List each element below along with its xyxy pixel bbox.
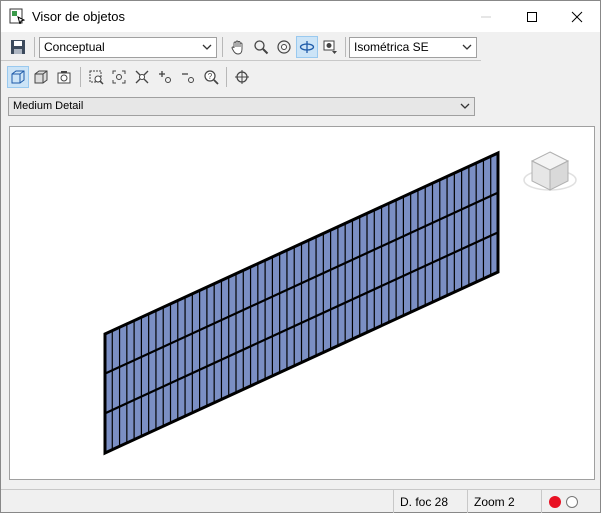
toolbar-main: Conceptual Isométrica SE <box>1 33 481 61</box>
chevron-down-icon <box>460 103 470 109</box>
zoom-selected-icon[interactable] <box>108 66 130 88</box>
zoom-out-icon[interactable] <box>177 66 199 88</box>
zoom-extents-icon[interactable] <box>131 66 153 88</box>
zoom-level: Zoom 2 <box>467 490 539 513</box>
detail-level-value: Medium Detail <box>13 100 84 112</box>
maximize-button[interactable] <box>509 1 555 32</box>
toolbar-view: ? <box>1 63 481 91</box>
view-select[interactable]: Isométrica SE <box>349 37 477 58</box>
pan-hand-icon[interactable] <box>227 36 249 58</box>
chevron-down-icon <box>202 44 212 50</box>
detail-level-select[interactable]: Medium Detail <box>8 97 475 116</box>
orbit-icon[interactable] <box>273 36 295 58</box>
status-bar: D. foc 28 Zoom 2 <box>1 489 600 513</box>
solar-panel-model <box>103 150 500 456</box>
3d-viewport[interactable] <box>9 126 595 480</box>
chevron-down-icon <box>462 44 472 50</box>
visual-style-select[interactable]: Conceptual <box>39 37 217 58</box>
zoom-window-icon[interactable] <box>85 66 107 88</box>
red-indicator-icon[interactable] <box>549 496 561 508</box>
viewcube-icon[interactable] <box>523 151 577 191</box>
viewport-canvas[interactable] <box>10 127 594 479</box>
screenshot-icon[interactable] <box>53 66 75 88</box>
view-value: Isométrica SE <box>354 40 429 54</box>
3d-orbit-icon[interactable] <box>296 36 318 58</box>
zoom-icon[interactable] <box>250 36 272 58</box>
window-title: Visor de objetos <box>32 9 125 24</box>
camera-icon[interactable] <box>319 36 341 58</box>
zoom-in-icon[interactable] <box>154 66 176 88</box>
title-bar: Visor de objetos <box>1 1 600 32</box>
visual-style-value: Conceptual <box>44 40 105 54</box>
object-viewer-app-icon <box>9 8 26 26</box>
wireframe-box-icon[interactable] <box>7 66 29 88</box>
shaded-box-icon[interactable] <box>30 66 52 88</box>
target-icon[interactable] <box>231 66 253 88</box>
white-indicator-icon[interactable] <box>566 496 578 508</box>
zoom-previous-icon[interactable]: ? <box>200 66 222 88</box>
close-button[interactable] <box>554 1 600 32</box>
svg-text:?: ? <box>208 72 213 81</box>
status-indicators <box>541 490 600 513</box>
object-viewer-window: Visor de objetos Conceptual Isométrica S… <box>0 0 601 513</box>
save-icon[interactable] <box>7 36 29 58</box>
minimize-button[interactable] <box>463 1 509 32</box>
focal-distance: D. foc 28 <box>393 490 465 513</box>
